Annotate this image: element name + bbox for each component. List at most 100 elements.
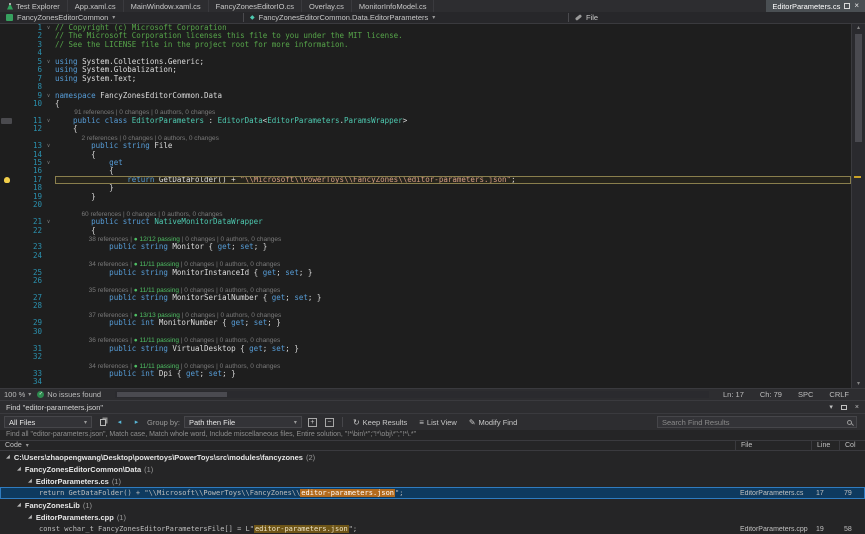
glyph-margin [0,142,16,150]
code-line[interactable]: 17 return GetDataFolder() + "\\Microsoft… [0,176,851,184]
lightbulb-icon[interactable] [4,177,10,183]
line-number: 30 [16,328,42,336]
code-line[interactable]: 3// See the LICENSE file in the project … [0,41,851,49]
fold-chevron-icon[interactable]: ∨ [42,142,55,150]
code-line[interactable]: 26 [0,277,851,285]
code-line[interactable]: 11∨ public class EditorParameters : Edit… [0,117,851,125]
expander-icon[interactable]: ◢ [6,454,10,460]
close-icon[interactable]: × [854,2,859,10]
code-line[interactable]: 29 public int MonitorNumber { get; set; … [0,319,851,327]
code-line[interactable]: 23 public string Monitor { get; set; } [0,243,851,251]
code-line[interactable]: 20 [0,201,851,209]
find-match-row[interactable]: const wchar_t FancyZonesEditorParameters… [0,523,865,534]
pin-icon[interactable] [844,3,850,9]
scroll-down-icon[interactable]: ▾ [852,380,865,388]
code-line[interactable]: 33 public int Dpi { get; set; } [0,370,851,378]
previous-result-icon[interactable]: ◂ [113,416,126,429]
next-result-icon[interactable]: ▸ [130,416,143,429]
find-match-row[interactable]: return GetDataFolder() + "\\Microsoft\\P… [0,487,865,499]
code-line[interactable]: 7using System.Text; [0,75,851,83]
fold-chevron-icon[interactable]: ∨ [42,218,55,226]
project-dropdown[interactable]: FancyZonesEditorCommon ▾ [0,12,243,23]
fold-chevron-icon[interactable]: ∨ [42,159,55,167]
horizontal-scrollbar[interactable] [115,391,709,398]
code-line[interactable]: 22 { [0,227,851,235]
code-line[interactable]: 32 [0,353,851,361]
glyph-margin [0,311,16,319]
find-panel-title-bar[interactable]: Find "editor-parameters.json" ▾ × [0,401,865,413]
code-line[interactable]: 18 } [0,184,851,192]
find-panel-title: Find "editor-parameters.json" [6,403,103,412]
expander-icon[interactable]: ◢ [17,502,21,508]
find-group-row[interactable]: ◢FancyZonesLib(1) [0,499,865,511]
expander-icon[interactable]: ◢ [28,478,32,484]
expander-icon[interactable]: ◢ [17,466,21,472]
fold-chevron-icon[interactable]: ∨ [42,117,55,125]
find-group-row[interactable]: ◢EditorParameters.cpp(1) [0,511,865,523]
fold-margin [42,193,55,201]
collapse-all-icon[interactable]: − [323,416,336,429]
code-line[interactable]: 28 [0,302,851,310]
match-count: (1) [117,513,126,522]
document-tab[interactable]: MonitorInfoModel.cs [352,0,435,12]
document-tab[interactable]: App.xaml.cs [68,0,124,12]
code-line[interactable]: 25 public string MonitorInstanceId { get… [0,269,851,277]
code-line[interactable]: 9∨namespace FancyZonesEditorCommon.Data [0,92,851,100]
vertical-scrollbar[interactable]: ▴ ▾ [851,24,865,388]
close-icon[interactable]: × [855,404,859,411]
type-dropdown[interactable]: ◆ FancyZonesEditorCommon.Data.EditorPara… [244,12,568,23]
scrollbar-thumb[interactable] [855,34,862,142]
document-tab[interactable]: FancyZonesEditorIO.cs [209,0,302,12]
search-find-results-input[interactable] [662,418,847,427]
column-header-line[interactable]: Line [811,441,839,450]
scroll-up-icon[interactable]: ▴ [852,24,865,32]
issues-indicator[interactable]: ✓ No issues found [37,390,101,399]
line-number: 12 [16,125,42,133]
code-editor[interactable]: 1∨// Copyright (c) Microsoft Corporation… [0,24,865,388]
code-line[interactable]: 12 { [0,125,851,133]
code-line[interactable]: 30 [0,328,851,336]
modify-find-label: Modify Find [479,418,518,427]
code-line[interactable]: 19 } [0,193,851,201]
copy-icon[interactable] [96,416,109,429]
fold-chevron-icon[interactable]: ∨ [42,92,55,100]
find-group-row[interactable]: ◢EditorParameters.cs(1) [0,475,865,487]
code-line[interactable]: 13∨ public string File [0,142,851,150]
find-group-row[interactable]: ◢C:\Users\zhaopengwang\Desktop\powertoys… [0,451,865,463]
group-by-dropdown[interactable]: Path then File ▾ [184,416,302,428]
fold-chevron-icon[interactable]: ∨ [42,58,55,66]
code-line[interactable]: 15∨ get [0,159,851,167]
match-line-text: "; [349,525,357,533]
code-line[interactable]: 31 public string VirtualDesktop { get; s… [0,345,851,353]
fold-margin [42,370,55,378]
member-dropdown[interactable]: File [569,12,865,23]
code-line[interactable]: 21∨ public struct NativeMonitorDataWrapp… [0,218,851,226]
file-types-dropdown[interactable]: All Files ▾ [4,416,92,428]
code-line[interactable]: 14 { [0,151,851,159]
code-line[interactable]: 10{ [0,100,851,108]
modify-find-button[interactable]: ✎ Modify Find [465,416,521,429]
scrollbar-thumb[interactable] [117,392,227,397]
list-view-toggle[interactable]: ≡ List View [415,416,461,429]
chevron-down-icon: ▾ [26,442,29,449]
glyph-margin [0,218,16,226]
fold-chevron-icon[interactable]: ∨ [42,24,55,32]
active-document-tab[interactable]: EditorParameters.cs × [766,0,865,12]
column-header-code[interactable]: Code▾ [0,441,735,450]
keep-results-toggle[interactable]: ↻ Keep Results [349,416,411,429]
find-group-row[interactable]: ◢FancyZonesEditorCommon\Data(1) [0,463,865,475]
zoom-dropdown[interactable]: 100 % ▾ [4,390,31,399]
document-tab[interactable]: Overlay.cs [302,0,352,12]
window-position-icon[interactable]: ▾ [829,403,833,411]
expand-all-icon[interactable]: + [306,416,319,429]
document-tab[interactable]: MainWindow.xaml.cs [124,0,209,12]
code-line[interactable]: 24 [0,252,851,260]
document-tab[interactable]: Test Explorer [0,0,68,12]
code-line[interactable]: 34 [0,378,851,386]
column-header-col[interactable]: Col [839,441,865,450]
expander-icon[interactable]: ◢ [28,514,32,520]
code-area[interactable]: 1∨// Copyright (c) Microsoft Corporation… [0,24,851,388]
code-line[interactable]: 27 public string MonitorSerialNumber { g… [0,294,851,302]
float-window-icon[interactable] [841,405,847,410]
column-header-file[interactable]: File [735,441,811,450]
